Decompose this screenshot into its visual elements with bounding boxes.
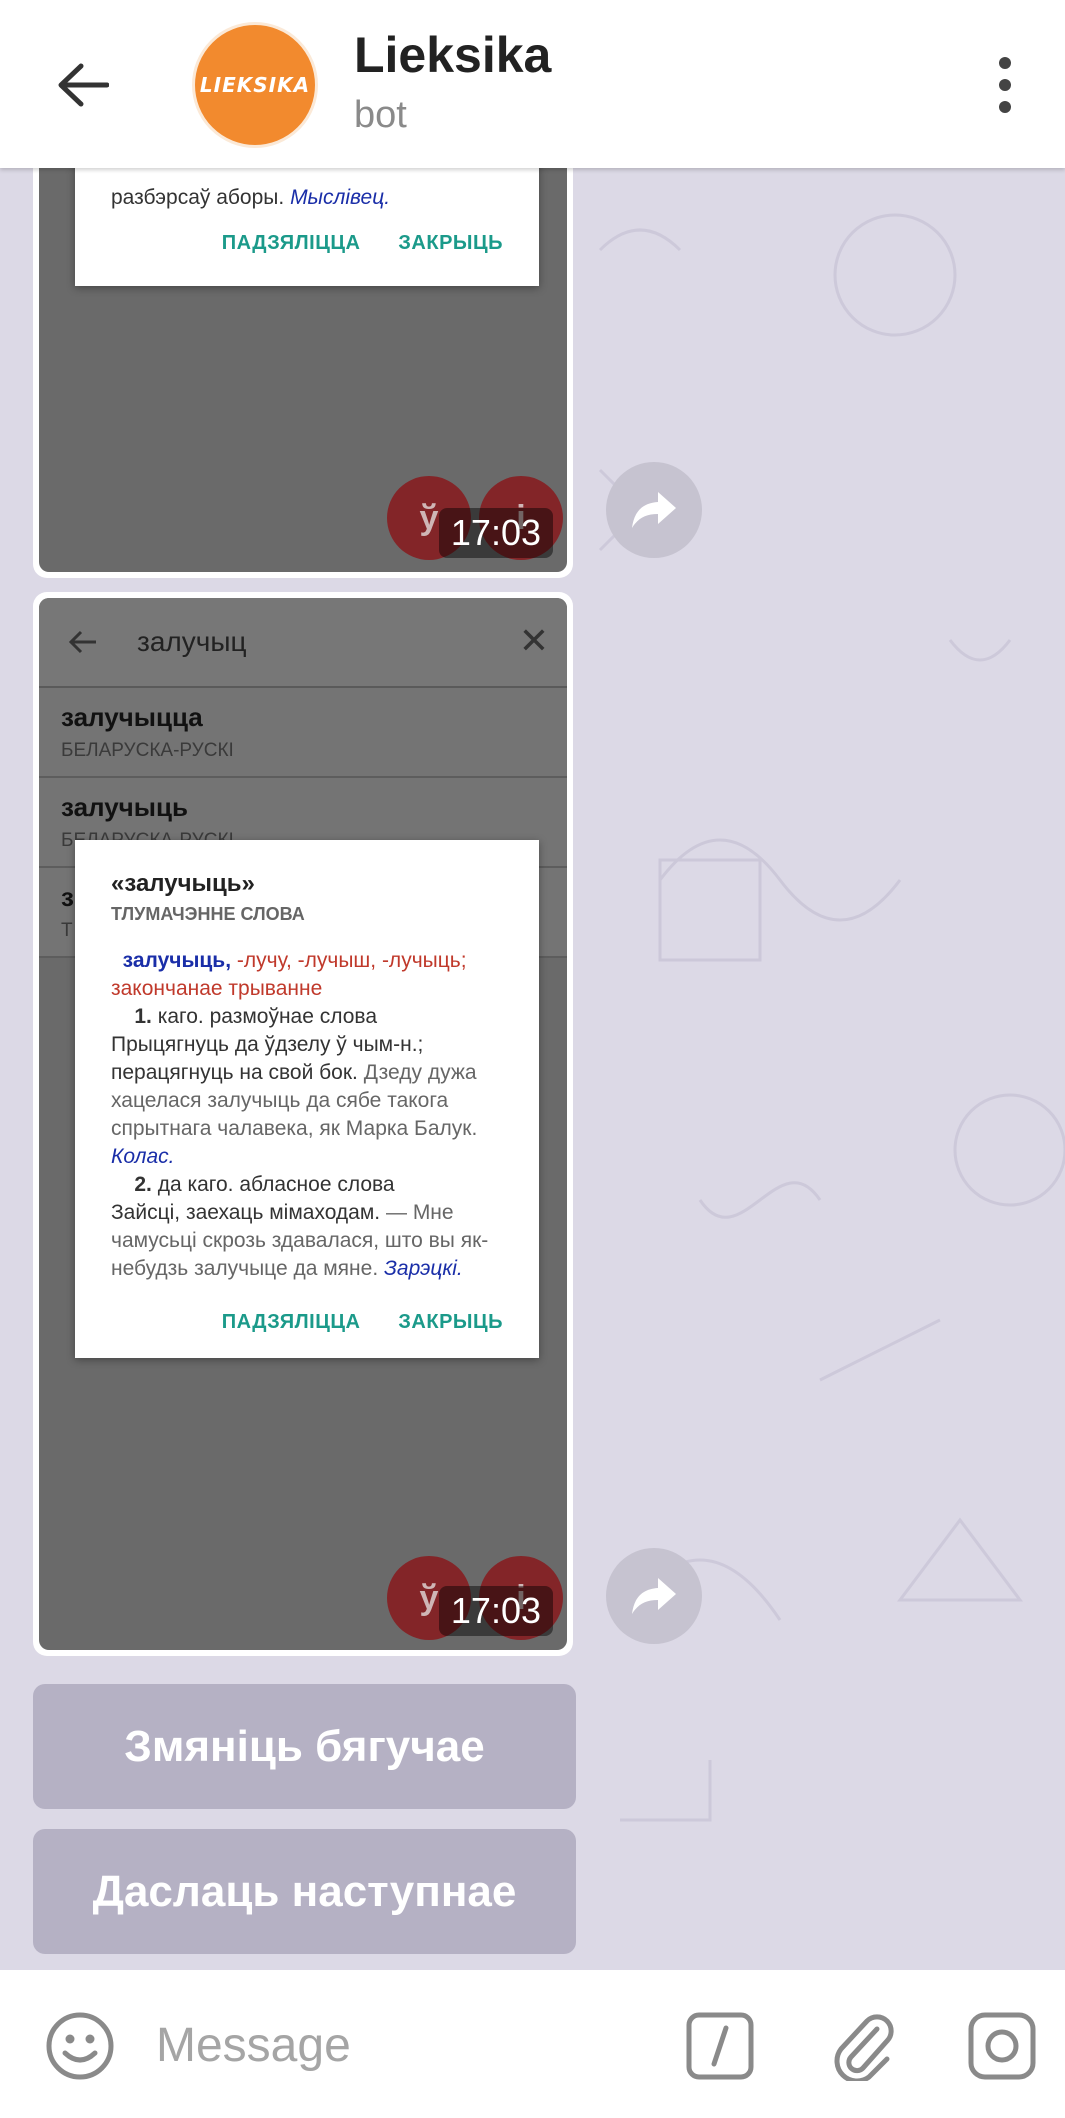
message-time: 17:03 [438, 1586, 553, 1636]
close-action: ЗАКРЫЦЬ [398, 232, 503, 254]
avatar-logo-text: LIEKSIKA [199, 73, 311, 97]
list-item: залучыцца БЕЛАРУСКА-РУСКІ [39, 688, 567, 778]
close-icon: ✕ [518, 620, 549, 661]
dialog-actions: ПАДЗЯЛІЦЦА ЗАКРЫЦЬ [75, 1289, 539, 1358]
dialog-title: «залучыць» [111, 870, 255, 897]
arrow-left-icon [63, 622, 103, 662]
keyboard-button-send-next[interactable]: Даслаць наступнае [33, 1829, 576, 1954]
paperclip-icon [834, 2014, 894, 2081]
message-input[interactable]: Message [156, 2018, 351, 2073]
screenshot-image: залучыц ✕ залучыцца БЕЛАРУСКА-РУСКІ залу… [39, 598, 567, 1650]
camera-button[interactable] [966, 2010, 1038, 2082]
arrow-left-icon [58, 63, 109, 107]
dot-icon [999, 79, 1011, 91]
dialog-text: разбэрсаў аборы. [111, 186, 285, 209]
back-button[interactable] [48, 50, 118, 120]
message-input-bar: Message [0, 1970, 1065, 2118]
dialog-author: Мыслівец. [290, 186, 391, 209]
chat-subtitle: bot [354, 94, 407, 136]
dot-icon [999, 101, 1011, 113]
photo-message[interactable]: разбэрсаў аборы. Мыслівец. ПАДЗЯЛІЦЦА ЗА… [33, 120, 573, 578]
forward-button[interactable] [606, 1548, 702, 1644]
forward-icon [632, 1578, 676, 1614]
search-bar: залучыц ✕ [39, 598, 567, 688]
slash-command-icon [686, 2012, 754, 2080]
camera-icon [968, 2012, 1036, 2080]
search-query: залучыц [137, 626, 247, 657]
dialog-body: залучыць, -лучу, -лучыш, -лучыць; законч… [111, 949, 489, 1280]
smile-icon [46, 2012, 114, 2080]
avatar[interactable]: LIEKSIKA [192, 22, 318, 148]
more-options-button[interactable] [990, 55, 1020, 115]
chat-title[interactable]: Lieksika [354, 26, 551, 84]
keyboard-button-change-current[interactable]: Змяніць бягучае [33, 1684, 576, 1809]
forward-icon [632, 492, 676, 528]
bot-commands-button[interactable] [684, 2010, 756, 2082]
emoji-button[interactable] [44, 2010, 116, 2082]
dot-icon [999, 57, 1011, 69]
forward-button[interactable] [606, 462, 702, 558]
attach-button[interactable] [826, 2008, 902, 2084]
message-time: 17:03 [438, 508, 553, 558]
screenshot-image: разбэрсаў аборы. Мыслівец. ПАДЗЯЛІЦЦА ЗА… [39, 126, 567, 572]
photo-message[interactable]: залучыц ✕ залучыцца БЕЛАРУСКА-РУСКІ залу… [33, 592, 573, 1656]
close-action: ЗАКРЫЦЬ [398, 1311, 503, 1333]
chat-header: LIEKSIKA Lieksika bot [0, 0, 1065, 168]
dialog-actions: ПАДЗЯЛІЦЦА ЗАКРЫЦЬ [75, 218, 539, 279]
share-action: ПАДЗЯЛІЦЦА [221, 232, 361, 254]
share-action: ПАДЗЯЛІЦЦА [221, 1311, 361, 1333]
dialog-subtitle: ТЛУМАЧЭННЕ СЛОВА [111, 904, 305, 924]
dialog: «залучыць» ТЛУМАЧЭННЕ СЛОВА залучыць, -л… [75, 840, 539, 1358]
